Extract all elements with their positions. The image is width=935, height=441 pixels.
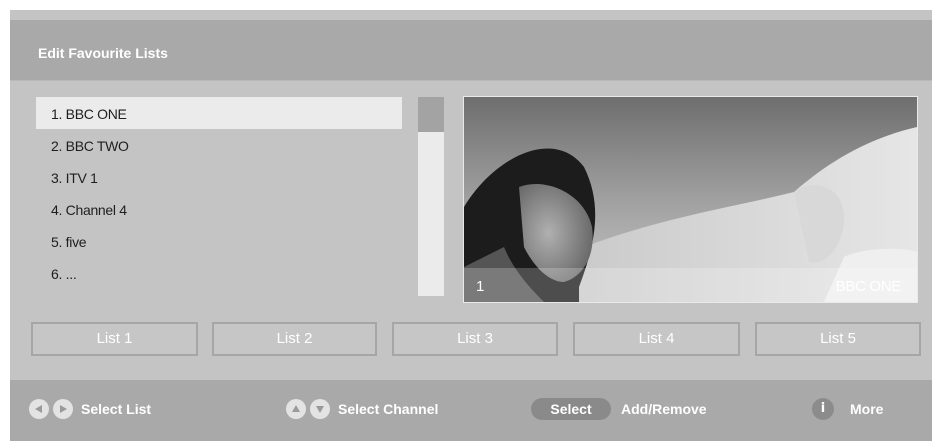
preview-channel-name: BBC ONE xyxy=(835,278,902,295)
channel-item-2[interactable]: 2. BBC TWO xyxy=(36,129,402,161)
add-remove-label: Add/Remove xyxy=(621,401,707,417)
scrollbar-thumb[interactable] xyxy=(418,97,444,132)
channel-item-4[interactable]: 4. Channel 4 xyxy=(36,193,402,225)
scrollbar[interactable] xyxy=(418,97,444,296)
more-label: More xyxy=(850,401,884,417)
tab-list-1[interactable]: List 1 xyxy=(31,322,198,356)
header-bar: Edit Favourite Lists xyxy=(10,20,932,81)
select-key: Select xyxy=(531,398,611,420)
tab-list-2[interactable]: List 2 xyxy=(212,322,377,356)
favourite-list-tabs: List 1 List 2 List 3 List 4 List 5 xyxy=(31,322,921,356)
page-title: Edit Favourite Lists xyxy=(38,45,168,61)
channel-item-5[interactable]: 5. five xyxy=(36,225,402,257)
tab-list-5[interactable]: List 5 xyxy=(755,322,921,356)
select-channel-label: Select Channel xyxy=(338,401,439,417)
channel-preview: 1 BBC ONE xyxy=(463,96,918,303)
footer-key-legend: Select List Select Channel Select Add/Re… xyxy=(10,380,932,441)
left-arrow-icon xyxy=(29,399,49,419)
channel-item-3[interactable]: 3. ITV 1 xyxy=(36,161,402,193)
channel-item-6[interactable]: 6. ... xyxy=(36,257,402,289)
preview-channel-number: 1 xyxy=(476,278,485,295)
channel-item-1[interactable]: 1. BBC ONE xyxy=(36,97,402,129)
tab-list-4[interactable]: List 4 xyxy=(573,322,740,356)
select-list-label: Select List xyxy=(81,401,152,417)
down-arrow-icon xyxy=(310,399,330,419)
tab-list-3[interactable]: List 3 xyxy=(392,322,558,356)
select-channel-hint: Select Channel xyxy=(286,399,438,419)
more-hint: i More xyxy=(812,398,883,420)
select-list-hint: Select List xyxy=(29,399,151,419)
right-arrow-icon xyxy=(53,399,73,419)
favourite-lists-panel: Edit Favourite Lists 1. BBC ONE 2. BBC T… xyxy=(10,10,932,441)
up-arrow-icon xyxy=(286,399,306,419)
add-remove-hint: Select Add/Remove xyxy=(531,398,707,420)
info-icon: i xyxy=(812,398,834,420)
channel-list[interactable]: 1. BBC ONE 2. BBC TWO 3. ITV 1 4. Channe… xyxy=(36,97,402,289)
